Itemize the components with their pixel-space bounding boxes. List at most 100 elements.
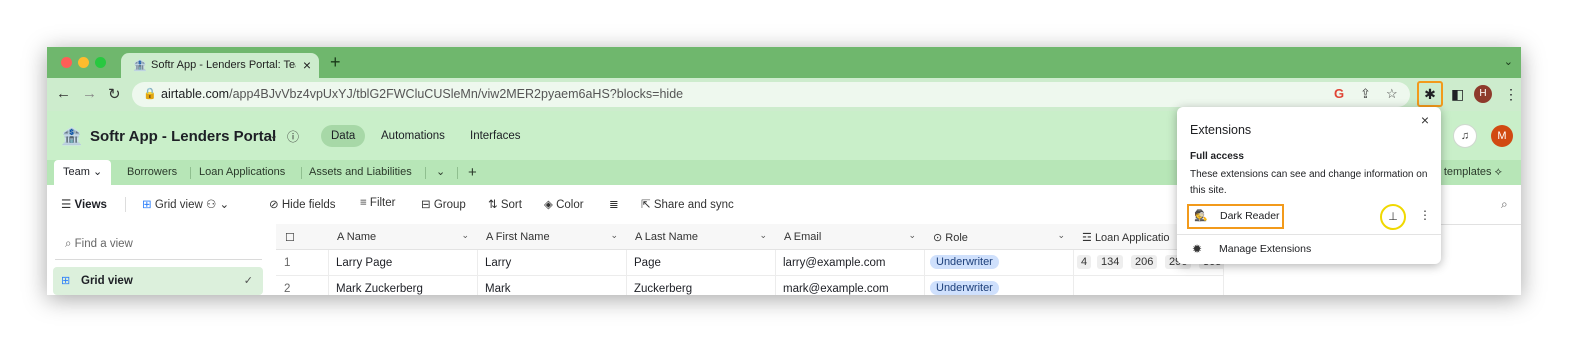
- close-window-button[interactable]: [61, 57, 72, 68]
- table-cell-first-name[interactable]: Larry: [477, 250, 627, 276]
- search-icon[interactable]: ⌕: [1501, 197, 1508, 212]
- table-cell-loan-applications[interactable]: [1073, 276, 1224, 295]
- extension-item-dark-reader[interactable]: 🕵 Dark Reader: [1187, 204, 1284, 229]
- bookmark-star-icon[interactable]: ☆: [1386, 86, 1398, 102]
- table-tab-borrowers[interactable]: Borrowers: [127, 160, 177, 185]
- column-header-label: First Name: [495, 231, 550, 243]
- text-field-icon: A: [337, 231, 344, 243]
- extensions-puzzle-icon[interactable]: ✱: [1417, 81, 1443, 107]
- manage-extensions-link[interactable]: Manage Extensions: [1219, 243, 1311, 255]
- table-cell-name[interactable]: Mark Zuckerberg: [328, 276, 478, 295]
- row-number-text: 1: [284, 257, 291, 269]
- chevron-down-icon[interactable]: ⌄: [1057, 230, 1065, 241]
- nav-automations[interactable]: Automations: [381, 125, 445, 147]
- cell-text: Larry: [485, 257, 512, 269]
- linked-record-icon: ☲: [1082, 232, 1092, 244]
- table-tab-team[interactable]: Team ⌄: [54, 160, 112, 185]
- filter-icon: ≡: [360, 197, 367, 209]
- column-header-label: Name: [346, 231, 377, 243]
- column-header-last-name[interactable]: A Last Name ⌄: [626, 224, 776, 250]
- chevron-down-icon[interactable]: ⌄: [759, 230, 767, 241]
- templates-link[interactable]: rd templates ⟡: [1431, 160, 1502, 185]
- filter-button[interactable]: ≡ Filter: [360, 197, 395, 209]
- select-all-header[interactable]: ☐: [276, 224, 329, 250]
- table-cell-email[interactable]: larry@example.com: [775, 250, 925, 276]
- notifications-bell-icon[interactable]: ♫: [1453, 124, 1477, 148]
- color-button[interactable]: ◈ Color: [544, 197, 584, 211]
- group-label: Group: [433, 199, 466, 211]
- close-icon[interactable]: ×: [1421, 112, 1429, 128]
- address-bar[interactable]: 🔒 airtable.com/app4BJvVbz4vpUxYJ/tblG2FW…: [132, 82, 1410, 107]
- reload-button[interactable]: ↻: [108, 85, 121, 103]
- row-number[interactable]: 1: [276, 250, 329, 276]
- browser-tab[interactable]: 🏦 Softr App - Lenders Portal: Tea ×: [121, 53, 319, 78]
- table-cell-last-name[interactable]: Page: [626, 250, 776, 276]
- tab-favicon-icon: 🏦: [133, 60, 147, 72]
- back-button[interactable]: ←: [56, 85, 71, 102]
- column-header-label: Last Name: [644, 231, 698, 243]
- chevron-down-icon[interactable]: ⌄: [610, 230, 618, 241]
- linked-record-chip: 4: [1077, 255, 1092, 269]
- table-tab-loan-applications[interactable]: Loan Applications: [199, 160, 285, 185]
- side-panel-icon[interactable]: ◧: [1451, 86, 1464, 103]
- cell-text: mark@example.com: [783, 283, 889, 295]
- table-cell-email[interactable]: mark@example.com: [775, 276, 925, 295]
- column-header-first-name[interactable]: A First Name ⌄: [477, 224, 627, 250]
- table-cell-role[interactable]: Underwriter: [924, 250, 1074, 276]
- profile-avatar[interactable]: H: [1474, 85, 1492, 103]
- nav-interfaces[interactable]: Interfaces: [470, 125, 521, 147]
- more-tables-chevron-icon[interactable]: ⌄: [436, 160, 445, 185]
- minimize-window-button[interactable]: [78, 57, 89, 68]
- table-tab-label: Team: [63, 166, 90, 178]
- close-tab-icon[interactable]: ×: [303, 57, 311, 73]
- row-number[interactable]: 2: [276, 276, 329, 295]
- find-view-input[interactable]: ⌕ Find a view: [65, 238, 133, 251]
- table-cell-role[interactable]: Underwriter: [924, 276, 1074, 295]
- checkbox-icon[interactable]: ☐: [285, 231, 295, 244]
- popup-title: Extensions: [1190, 123, 1252, 137]
- menu-icon: ☰: [61, 199, 72, 211]
- group-button[interactable]: ⊟ Group: [421, 197, 466, 211]
- chevron-down-icon[interactable]: ⌄: [269, 129, 278, 142]
- row-height-icon[interactable]: ≣: [609, 197, 619, 211]
- text-field-icon: A: [635, 231, 642, 243]
- sidebar-item-grid-view[interactable]: ⊞ Grid view ✓: [53, 267, 263, 295]
- column-header-role[interactable]: ⊙ Role ⌄: [924, 224, 1074, 250]
- hide-fields-button[interactable]: ⊘ Hide fields: [269, 197, 336, 211]
- table-cell-name[interactable]: Larry Page: [328, 250, 478, 276]
- more-options-icon[interactable]: ⋮: [1419, 208, 1431, 222]
- column-header-label: Role: [945, 232, 968, 244]
- new-tab-button[interactable]: +: [330, 52, 341, 73]
- share-sync-button[interactable]: ⇱ Share and sync: [641, 197, 734, 211]
- chevron-down-icon[interactable]: ⌄: [461, 230, 469, 241]
- chevron-down-icon[interactable]: ⌄: [908, 230, 916, 241]
- column-header-email[interactable]: A Email ⌄: [775, 224, 925, 250]
- browser-menu-icon[interactable]: ⋮: [1504, 86, 1518, 103]
- maximize-window-button[interactable]: [95, 57, 106, 68]
- grid-view-switcher[interactable]: ⊞ Grid view ⚇ ⌄: [142, 197, 229, 211]
- linked-record-chip: 206: [1131, 255, 1158, 269]
- sort-button[interactable]: ⇅ Sort: [488, 197, 522, 211]
- tab-title: Softr App - Lenders Portal: Tea: [151, 59, 296, 71]
- base-title[interactable]: Softr App - Lenders Portal: [90, 128, 276, 145]
- nav-data[interactable]: Data: [321, 125, 366, 147]
- share-icon[interactable]: ⇪: [1360, 86, 1371, 102]
- column-header-name[interactable]: A Name ⌄: [328, 224, 478, 250]
- lock-icon[interactable]: 🔒: [143, 87, 157, 100]
- user-avatar[interactable]: M: [1491, 125, 1513, 147]
- sort-icon: ⇅: [488, 199, 498, 211]
- tab-search-chevron-icon[interactable]: ⌄: [1504, 55, 1513, 68]
- add-table-button[interactable]: +: [468, 160, 477, 185]
- info-icon[interactable]: ⓘ: [287, 128, 299, 145]
- table-cell-first-name[interactable]: Mark: [477, 276, 627, 295]
- viewbar-divider: [125, 197, 126, 212]
- views-label: Views: [74, 199, 107, 211]
- table-cell-last-name[interactable]: Zuckerberg: [626, 276, 776, 295]
- forward-button[interactable]: →: [82, 85, 97, 102]
- google-icon[interactable]: G: [1334, 86, 1344, 101]
- pin-icon[interactable]: ⊥: [1380, 204, 1406, 230]
- table-tab-assets-liabilities[interactable]: Assets and Liabilities: [309, 160, 412, 185]
- grid-icon: ⊞: [142, 199, 152, 211]
- column-header-label: Email: [793, 231, 822, 243]
- views-toggle-button[interactable]: ☰ Views: [61, 197, 107, 211]
